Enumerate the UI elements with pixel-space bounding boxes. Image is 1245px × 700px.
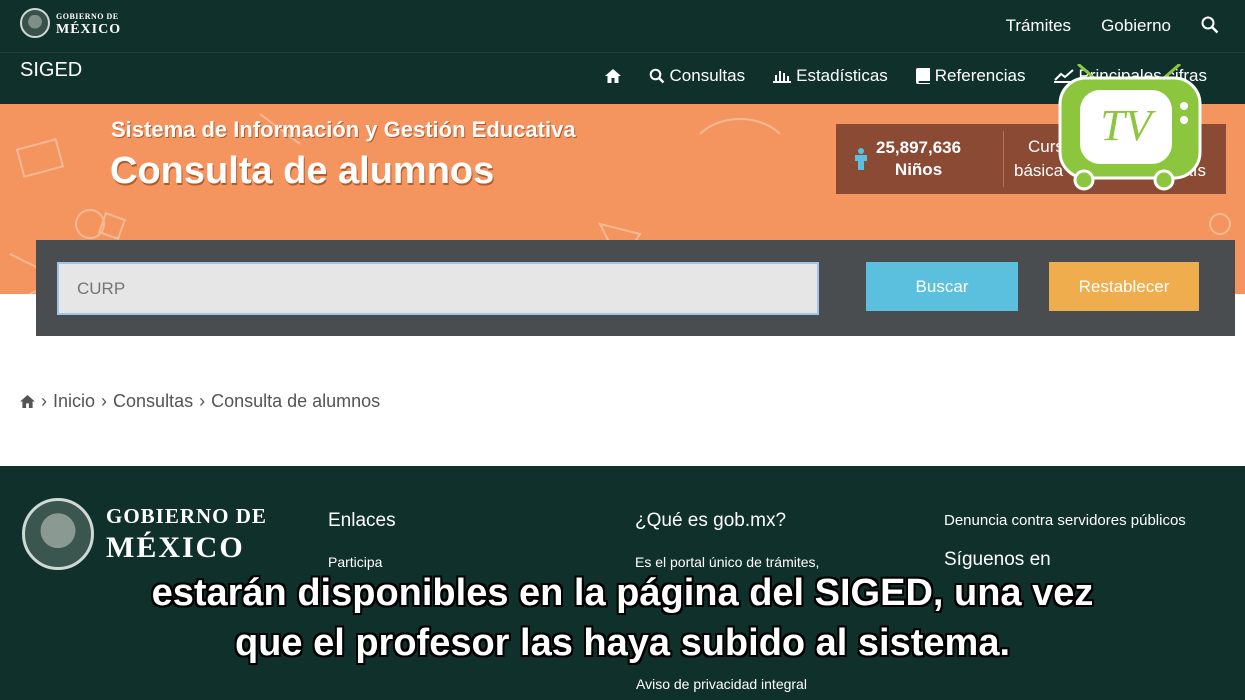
tv-logo-text: TV xyxy=(1100,101,1156,150)
footer-gobierno-logo[interactable]: GOBIERNO DE MÉXICO xyxy=(22,498,267,570)
nav-consultas[interactable]: Consultas xyxy=(649,66,746,86)
logo-line2: MÉXICO xyxy=(56,22,122,37)
reset-button[interactable]: Restablecer xyxy=(1049,262,1199,311)
chevron-right-icon: › xyxy=(199,391,206,411)
nav-consultas-label: Consultas xyxy=(669,66,746,85)
nav-estadisticas[interactable]: Estadísticas xyxy=(773,66,888,86)
kids-count: 25,897,636 xyxy=(876,138,962,157)
breadcrumb-consultas[interactable]: Consultas xyxy=(113,391,193,412)
privacy-link[interactable]: Aviso de privacidad integral xyxy=(636,676,807,692)
logo-line1: GOBIERNO DE xyxy=(56,12,119,21)
search-icon[interactable] xyxy=(1201,16,1221,36)
gobierno-link[interactable]: Gobierno xyxy=(1101,16,1171,36)
subtitle-line1: estarán disponibles en la página del SIG… xyxy=(151,572,1094,614)
nav-estadisticas-label: Estadísticas xyxy=(796,66,888,85)
nav-referencias-label: Referencias xyxy=(934,66,1026,85)
home-icon xyxy=(604,69,621,83)
national-seal-icon xyxy=(22,498,94,570)
video-subtitles: estarán disponibles en la página del SIG… xyxy=(0,568,1245,668)
footer-enlaces: Enlaces Participa xyxy=(328,510,396,576)
siged-brand[interactable]: SIGED xyxy=(20,59,82,82)
national-seal-icon xyxy=(20,8,50,38)
chevron-right-icon: › xyxy=(41,391,47,411)
footer-que-es: ¿Qué es gob.mx? Es el portal único de tr… xyxy=(635,510,819,576)
banner-subtitle: Sistema de Información y Gestión Educati… xyxy=(111,117,576,142)
tv-channel-logo: TV xyxy=(1058,64,1202,191)
gobierno-logo[interactable]: GOBIERNO DE MÉXICO xyxy=(20,8,121,38)
tramites-link[interactable]: Trámites xyxy=(1006,16,1072,36)
book-icon xyxy=(915,68,930,84)
stat-kids: 25,897,636 Niños xyxy=(836,131,1004,187)
breadcrumb-current: Consulta de alumnos xyxy=(211,391,381,411)
que-es-heading: ¿Qué es gob.mx? xyxy=(635,510,787,531)
search-panel: Buscar Restablecer xyxy=(36,240,1235,336)
footer-logo-line1: GOBIERNO DE xyxy=(106,503,267,528)
chevron-right-icon: › xyxy=(101,391,108,411)
home-icon[interactable] xyxy=(20,395,35,408)
search-button[interactable]: Buscar xyxy=(866,262,1018,311)
breadcrumb: › Inicio › Consultas › Consulta de alumn… xyxy=(20,391,380,412)
subtitle-line2: que el profesor las haya subido al siste… xyxy=(234,622,1011,664)
bar-chart-icon xyxy=(773,71,792,83)
nav-home[interactable] xyxy=(604,69,621,83)
curp-input[interactable] xyxy=(57,262,819,315)
denuncia-link[interactable]: Denuncia contra servidores públicos xyxy=(944,512,1186,529)
footer-logo-line2: MÉXICO xyxy=(106,530,245,564)
kids-label: Niños xyxy=(894,160,943,179)
nav-referencias[interactable]: Referencias xyxy=(915,66,1026,86)
top-bar: GOBIERNO DE MÉXICO Trámites Gobierno xyxy=(0,0,1245,52)
breadcrumb-inicio[interactable]: Inicio xyxy=(53,391,95,412)
enlaces-heading: Enlaces xyxy=(328,510,396,531)
search-icon xyxy=(649,68,664,84)
child-icon xyxy=(855,148,867,170)
page-title: Consulta de alumnos xyxy=(110,150,495,192)
